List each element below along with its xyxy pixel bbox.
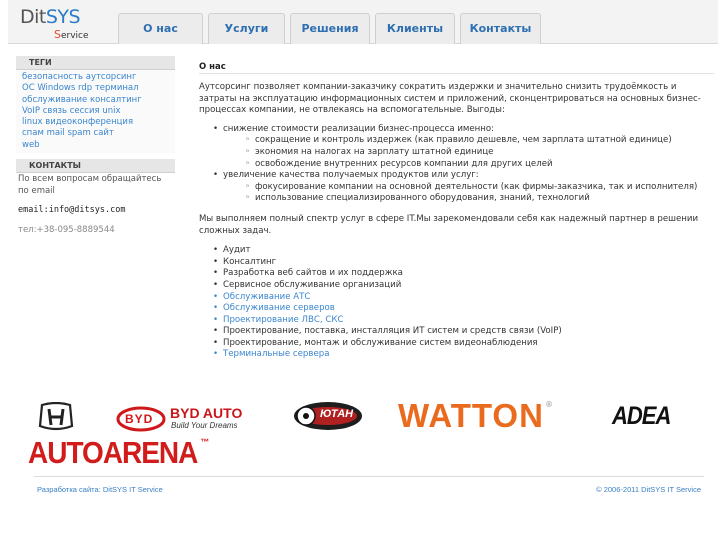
adea-logo: ADEA — [612, 401, 671, 430]
main-content: О нас Аутсорсинг позволяет компании-зака… — [199, 56, 714, 361]
tag-link[interactable]: mail — [47, 128, 65, 138]
trademark-icon: ™ — [200, 437, 210, 447]
list-item: Проектирование, монтаж и обслуживание си… — [213, 338, 714, 350]
services-list: Аудит Консалтинг Разработка веб сайтов и… — [199, 245, 714, 361]
utah-name: ЮТАН — [320, 408, 354, 420]
tag-link[interactable]: аутсорсинг — [86, 72, 137, 82]
services-intro: Мы выполняем полный спектр услуг в сфере… — [199, 213, 699, 236]
service-link[interactable]: Проектирование ЛВС, СКС — [213, 315, 714, 327]
tag-link[interactable]: связь — [43, 106, 67, 116]
byd-name: BYD AUTO — [170, 405, 243, 421]
tag-link[interactable]: linux — [22, 117, 43, 127]
sidebar: ТЕГИ безопасность аутсорсинг OC Windows … — [16, 56, 175, 237]
logo-sub-rest: ervice — [60, 31, 89, 41]
tag-link[interactable]: безопасность — [22, 72, 83, 82]
tag-link[interactable]: видеоконференция — [45, 117, 133, 127]
watton-name: WATTON — [398, 397, 544, 434]
tag-link[interactable]: web — [22, 140, 40, 150]
list-item: Проектирование, поставка, инсталляция ИТ… — [213, 326, 714, 338]
byd-badge-text: BYD — [125, 412, 154, 426]
sub-list: сокращение и контроль издержек (как прав… — [223, 135, 714, 170]
benefit-text: снижение стоимости реализации бизнес-про… — [223, 123, 495, 134]
tag-link[interactable]: OC — [22, 83, 35, 93]
honda-h-icon — [38, 401, 74, 431]
honda-logo — [38, 401, 74, 435]
list-item: Аудит — [213, 245, 714, 257]
tag-link[interactable]: обслуживание — [22, 95, 87, 105]
intro-text: Аутсорсинг позволяет компании-заказчику … — [199, 82, 701, 116]
list-item: увеличение качества получаемых продуктов… — [213, 170, 714, 205]
byd-tagline: Build Your Dreams — [171, 421, 238, 430]
tab-solutions[interactable]: Решения — [290, 13, 370, 44]
tag-link[interactable]: сессия — [70, 106, 100, 116]
list-item: снижение стоимости реализации бизнес-про… — [213, 124, 714, 170]
logo-subtitle: Service — [54, 28, 89, 41]
tag-link[interactable]: Windows — [37, 83, 75, 93]
autoarena-name: AUTOARENA — [28, 435, 198, 470]
list-item: сокращение и контроль издержек (как прав… — [245, 135, 714, 147]
header-bar: DitSYS Service О нас Услуги Решения Клие… — [8, 0, 718, 44]
tag-cloud: безопасность аутсорсинг OC Windows rdp т… — [16, 70, 175, 154]
list-item: Сервисное обслуживание организаций — [213, 280, 714, 292]
tag-link[interactable]: rdp — [78, 83, 92, 93]
sub-list: фокусирование компании на основной деяте… — [223, 182, 714, 205]
tab-clients[interactable]: Клиенты — [375, 13, 455, 44]
list-item: экономия на налогах на зарплату штатной … — [245, 147, 714, 159]
logo-sub-s: S — [54, 28, 61, 41]
byd-logo: BYD BYD AUTO Build Your Dreams — [116, 403, 252, 435]
client-logos: BYD BYD AUTO Build Your Dreams ЮТАН WATT… — [16, 395, 716, 475]
utah-logo: ЮТАН — [292, 399, 364, 433]
tag-link[interactable]: VoIP — [22, 106, 40, 116]
adea-name: ADEA — [612, 401, 671, 430]
service-link[interactable]: Терминальные сервера — [213, 349, 714, 361]
logo-sys: SYS — [45, 6, 81, 28]
contacts-text: По всем вопросам обращайтесь по email — [18, 174, 162, 196]
contacts-heading: КОНТАКТЫ — [16, 159, 175, 174]
tab-services[interactable]: Услуги — [208, 13, 285, 44]
benefit-text: увеличение качества получаемых продуктов… — [223, 170, 479, 181]
tab-about[interactable]: О нас — [118, 13, 203, 44]
tag-link[interactable]: unix — [102, 106, 120, 116]
tag-link[interactable]: консалтинг — [90, 95, 142, 105]
list-item: использование специализированного оборуд… — [245, 193, 714, 205]
tag-link[interactable]: spam — [67, 128, 90, 138]
page: DitSYS Service О нас Услуги Решения Клие… — [8, 0, 718, 510]
autoarena-logo: AUTOARENA ™ — [28, 435, 210, 470]
footer-copyright[interactable]: © 2006-2011 DitSYS IT Service — [596, 485, 701, 494]
list-item: Разработка веб сайтов и их поддержка — [213, 268, 714, 280]
page-title: О нас — [199, 56, 714, 74]
benefits-list: снижение стоимости реализации бизнес-про… — [199, 124, 714, 205]
contact-phone: тел:+38-095-8889544 — [18, 224, 115, 235]
logo-wordmark: DitSYS — [20, 6, 81, 28]
registered-mark-icon: ® — [544, 400, 553, 409]
tag-link[interactable]: сайт — [94, 128, 114, 138]
footer: Разработка сайта: DitSYS IT Service © 20… — [34, 476, 704, 496]
tab-contacts[interactable]: Контакты — [460, 13, 541, 44]
logo-dit: Dit — [20, 6, 46, 28]
service-link[interactable]: Обслуживание серверов — [213, 303, 714, 315]
footer-dev-link[interactable]: Разработка сайта: DitSYS IT Service — [37, 485, 163, 494]
watton-logo: WATTON ® — [398, 397, 553, 434]
site-logo[interactable]: DitSYS Service — [20, 6, 100, 41]
service-link[interactable]: Обслуживание АТС — [213, 292, 714, 304]
list-item: освобождение внутренних ресурсов компани… — [245, 159, 714, 171]
list-item: фокусирование компании на основной деяте… — [245, 182, 714, 194]
tag-link[interactable]: терминал — [95, 83, 139, 93]
tag-link[interactable]: спам — [22, 128, 44, 138]
list-item: Консалтинг — [213, 257, 714, 269]
tags-heading: ТЕГИ — [16, 56, 175, 70]
contact-email[interactable]: email:info@ditsys.com — [16, 204, 175, 218]
